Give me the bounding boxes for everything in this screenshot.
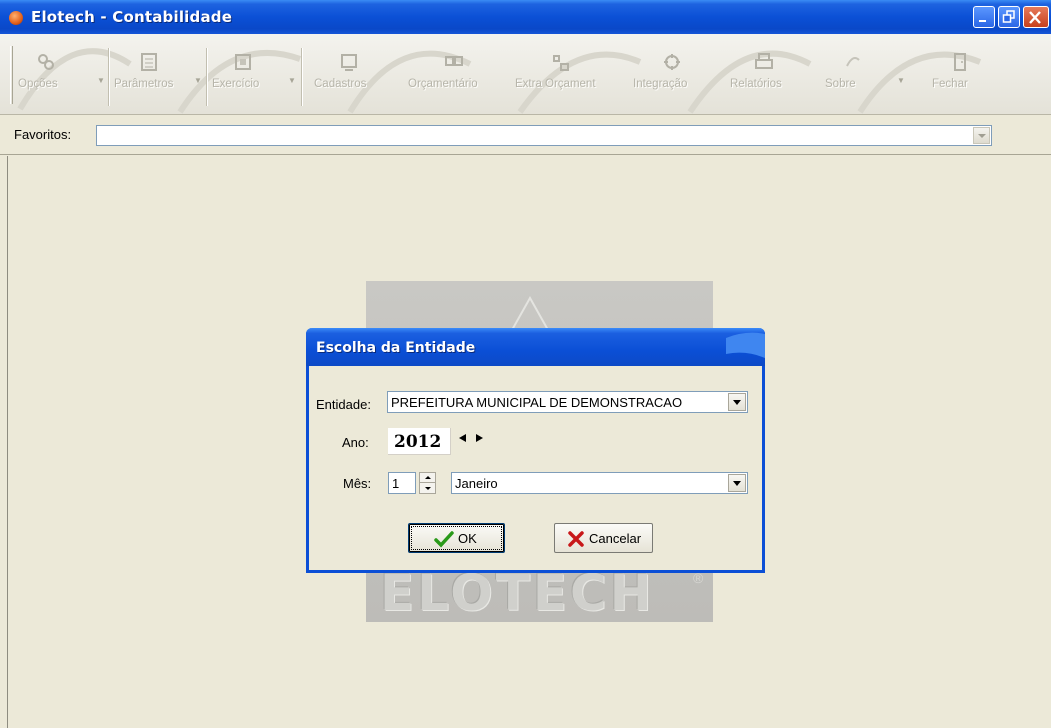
extra-budget-icon xyxy=(553,55,569,71)
favorites-label: Favoritos: xyxy=(14,127,72,142)
budget-icon xyxy=(445,56,463,66)
integration-icon xyxy=(664,54,680,70)
minimize-button[interactable] xyxy=(973,6,995,28)
year-label: Ano: xyxy=(342,435,369,450)
checkmark-icon xyxy=(434,531,454,548)
entity-dropdown-button[interactable] xyxy=(728,393,746,411)
toolbar-label: Extra Orçament xyxy=(515,78,596,90)
close-button[interactable] xyxy=(1023,6,1049,28)
chevron-down-icon[interactable]: ▼ xyxy=(194,76,202,85)
month-spin-up-button[interactable] xyxy=(420,473,435,483)
main-toolbar: Opções ▼ Parâmetros ▼ Exercício ▼ Cadast… xyxy=(0,34,1051,115)
exercise-icon xyxy=(235,54,251,70)
options-icon xyxy=(38,54,54,70)
toolbar-button-extra-orcament[interactable]: Extra Orçament xyxy=(515,52,607,108)
favorites-dropdown-button[interactable] xyxy=(973,127,990,144)
entity-select[interactable]: PREFEITURA MUNICIPAL DE DEMONSTRACAO xyxy=(387,391,748,413)
logo-triangle-icon xyxy=(510,296,550,331)
dialog-body: Entidade: PREFEITURA MUNICIPAL DE DEMONS… xyxy=(309,366,762,570)
month-spin-down-button[interactable] xyxy=(420,483,435,493)
registry-icon xyxy=(341,54,357,71)
minimize-icon xyxy=(979,20,986,22)
toolbar-button-integracao[interactable]: Integração xyxy=(633,52,711,108)
printer-icon xyxy=(755,53,773,69)
year-previous-arrow-icon[interactable] xyxy=(459,434,466,442)
entity-label: Entidade: xyxy=(316,397,371,412)
toolbar-label: Exercício xyxy=(212,78,260,90)
toolbar-label: Cadastros xyxy=(314,78,367,90)
toolbar-grip[interactable] xyxy=(10,46,13,104)
toolbar-separator xyxy=(206,48,208,106)
month-name-select[interactable]: Janeiro xyxy=(451,472,748,494)
about-icon xyxy=(846,57,860,67)
cancel-x-icon xyxy=(568,531,584,547)
month-name-value: Janeiro xyxy=(455,476,498,491)
toolbar-label: Opções xyxy=(18,78,58,90)
toolbar-button-relatorios[interactable]: Relatórios xyxy=(730,52,798,108)
favorites-combobox[interactable] xyxy=(96,125,992,146)
toolbar-label: Orçamentário xyxy=(408,78,478,90)
toolbar-label: Sobre xyxy=(825,78,856,90)
toolbar-button-parametros[interactable]: Parâmetros xyxy=(114,52,184,108)
toolbar-button-cadastros[interactable]: Cadastros xyxy=(314,52,384,108)
toolbar-button-orcamentario[interactable]: Orçamentário xyxy=(408,52,500,108)
toolbar-label: Parâmetros xyxy=(114,78,174,90)
cancel-button-label: Cancelar xyxy=(589,531,642,546)
year-field[interactable]: 2012 xyxy=(388,428,451,455)
spin-down-icon xyxy=(425,487,431,490)
toolbar-label: Integração xyxy=(633,78,688,90)
window-title: Elotech - Contabilidade xyxy=(31,8,233,26)
dialog-title: Escolha da Entidade xyxy=(316,340,476,356)
entity-selection-dialog: Escolha da Entidade Entidade: PREFEITURA… xyxy=(306,328,765,573)
month-label: Mês: xyxy=(343,476,372,491)
close-icon xyxy=(1029,11,1041,24)
chevron-down-icon[interactable]: ▼ xyxy=(97,76,105,85)
year-next-arrow-icon[interactable] xyxy=(476,434,483,442)
toolbar-button-fechar[interactable]: Fechar xyxy=(932,52,988,108)
spin-up-icon xyxy=(425,476,431,479)
chevron-down-icon[interactable]: ▼ xyxy=(288,76,296,85)
toolbar-label: Relatórios xyxy=(730,78,782,90)
chevron-down-icon[interactable]: ▼ xyxy=(897,76,905,85)
month-number-value: 1 xyxy=(392,476,400,491)
toolbar-separator xyxy=(108,48,110,106)
toolbar-button-exercicio[interactable]: Exercício xyxy=(212,52,274,108)
toolbar-separator xyxy=(301,48,303,106)
month-number-field[interactable]: 1 xyxy=(388,472,416,494)
ok-button[interactable]: OK xyxy=(408,523,505,553)
month-dropdown-button[interactable] xyxy=(728,474,746,492)
window-title-bar[interactable]: Elotech - Contabilidade xyxy=(0,0,1051,34)
chevron-down-icon xyxy=(733,400,741,405)
year-value: 2012 xyxy=(394,432,442,452)
ok-button-label: OK xyxy=(458,531,477,546)
exit-door-icon xyxy=(954,53,966,71)
restore-button[interactable] xyxy=(998,6,1020,28)
month-spinner[interactable] xyxy=(419,472,436,494)
dialog-title-bar[interactable]: Escolha da Entidade xyxy=(306,328,765,366)
cancel-button[interactable]: Cancelar xyxy=(554,523,653,553)
entity-value: PREFEITURA MUNICIPAL DE DEMONSTRACAO xyxy=(391,395,683,410)
chevron-down-icon xyxy=(978,134,986,138)
toolbar-button-sobre[interactable]: Sobre xyxy=(825,52,881,108)
toolbar-label: Fechar xyxy=(932,78,968,90)
chevron-down-icon xyxy=(733,481,741,486)
toolbar-button-opcoes[interactable]: Opções xyxy=(18,52,74,108)
favorites-bar: Favoritos: xyxy=(0,115,1051,155)
restore-icon xyxy=(1002,10,1015,23)
parameters-icon xyxy=(141,53,157,71)
app-icon[interactable] xyxy=(9,11,23,25)
